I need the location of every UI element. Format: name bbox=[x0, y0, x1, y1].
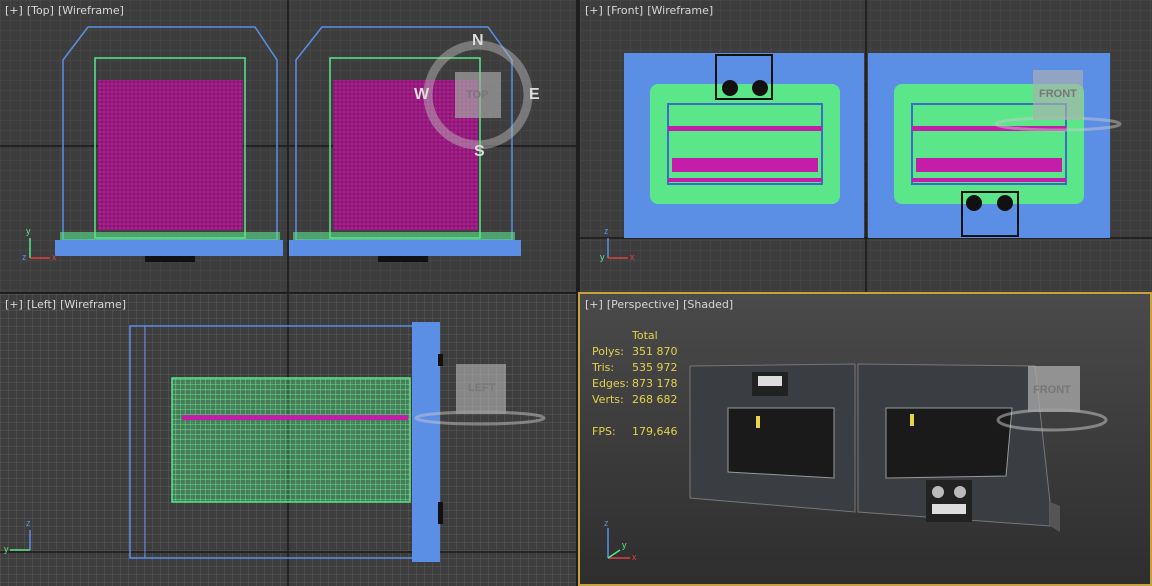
viewport-mode-menu[interactable]: [Wireframe] bbox=[60, 298, 126, 311]
viewport-view-menu[interactable]: [Left] bbox=[27, 298, 56, 311]
axis-label-y: y bbox=[26, 226, 31, 236]
axis-label-z: z bbox=[26, 518, 31, 528]
viewport-view-menu[interactable]: [Front] bbox=[607, 4, 643, 17]
compass-n[interactable]: N bbox=[472, 32, 484, 50]
front-wireframe-scene bbox=[580, 0, 1152, 292]
viewport-view-menu[interactable]: [Perspective] bbox=[607, 298, 679, 311]
viewport-mode-menu[interactable]: [Wireframe] bbox=[58, 4, 124, 17]
stats-row-edges: Edges: 873 178 bbox=[592, 377, 692, 393]
stats-header: Total bbox=[632, 329, 658, 342]
viewport-mode-menu[interactable]: [Shaded] bbox=[683, 298, 733, 311]
stats-label: FPS: bbox=[592, 425, 616, 438]
compass-w[interactable]: W bbox=[414, 86, 429, 104]
left-wireframe-scene bbox=[0, 294, 576, 586]
axis-label-z: z bbox=[604, 226, 609, 236]
viewport-view-menu[interactable]: [Top] bbox=[27, 4, 54, 17]
stats-row-fps: FPS: 179,646 bbox=[592, 425, 692, 441]
viewport-mode-menu[interactable]: [Wireframe] bbox=[647, 4, 713, 17]
viewport-plus-menu[interactable]: [+] bbox=[585, 4, 603, 17]
viewport-label-front[interactable]: [+] [Front] [Wireframe] bbox=[585, 4, 717, 17]
viewcube-left-face[interactable]: LEFT bbox=[468, 382, 496, 394]
axis-label-x: x bbox=[632, 552, 637, 562]
compass-e[interactable]: E bbox=[529, 86, 540, 104]
axis-label-y: y bbox=[622, 540, 627, 550]
viewport-label-top[interactable]: [+] [Top] [Wireframe] bbox=[5, 4, 128, 17]
viewport-perspective[interactable]: [+] [Perspective] [Shaded] FRONT Total Pol… bbox=[578, 292, 1152, 586]
stats-value: 535 972 bbox=[632, 361, 678, 374]
viewcube-top-face[interactable]: TOP bbox=[466, 89, 488, 101]
axis-label-x: x bbox=[630, 252, 635, 262]
stats-value: 268 682 bbox=[632, 393, 678, 406]
stats-row-tris: Tris: 535 972 bbox=[592, 361, 692, 377]
stats-label: Polys: bbox=[592, 345, 624, 358]
viewport-plus-menu[interactable]: [+] bbox=[5, 298, 23, 311]
stats-row-verts: Verts: 268 682 bbox=[592, 393, 692, 409]
viewport-top[interactable]: [+] [Top] [Wireframe] TOP N S E W y x z bbox=[0, 0, 576, 292]
stats-value: 873 178 bbox=[632, 377, 678, 390]
axis-label-y: y bbox=[4, 544, 9, 554]
axis-label-y: y bbox=[600, 252, 605, 262]
viewcube-front-face[interactable]: FRONT bbox=[1039, 88, 1077, 100]
stats-label: Verts: bbox=[592, 393, 624, 406]
viewport-label-perspective[interactable]: [+] [Perspective] [Shaded] bbox=[585, 298, 737, 311]
viewcube-front-face[interactable]: FRONT bbox=[1033, 384, 1071, 396]
stats-value: 179,646 bbox=[632, 425, 678, 438]
viewport-label-left[interactable]: [+] [Left] [Wireframe] bbox=[5, 298, 130, 311]
viewport-plus-menu[interactable]: [+] bbox=[5, 4, 23, 17]
stats-value: 351 870 bbox=[632, 345, 678, 358]
oven-front-left bbox=[624, 53, 864, 238]
statistics-overlay: Total Polys: 351 870 Tris: 535 972 Edges: 8… bbox=[592, 329, 692, 441]
stats-row-polys: Polys: 351 870 bbox=[592, 345, 692, 361]
axis-label-z: z bbox=[22, 252, 27, 262]
viewport-plus-menu[interactable]: [+] bbox=[585, 298, 603, 311]
stats-label: Tris: bbox=[592, 361, 615, 374]
axis-label-x: x bbox=[52, 252, 57, 262]
top-wireframe-scene bbox=[0, 0, 576, 292]
viewport-left[interactable]: [+] [Left] [Wireframe] LEFT z y bbox=[0, 294, 576, 586]
viewport-front[interactable]: [+] [Front] [Wireframe] FRONT z x y bbox=[580, 0, 1152, 292]
stats-label: Edges: bbox=[592, 377, 630, 390]
oven-perspective-left bbox=[689, 363, 856, 513]
axis-label-z: z bbox=[604, 518, 609, 528]
compass-s[interactable]: S bbox=[474, 143, 485, 161]
